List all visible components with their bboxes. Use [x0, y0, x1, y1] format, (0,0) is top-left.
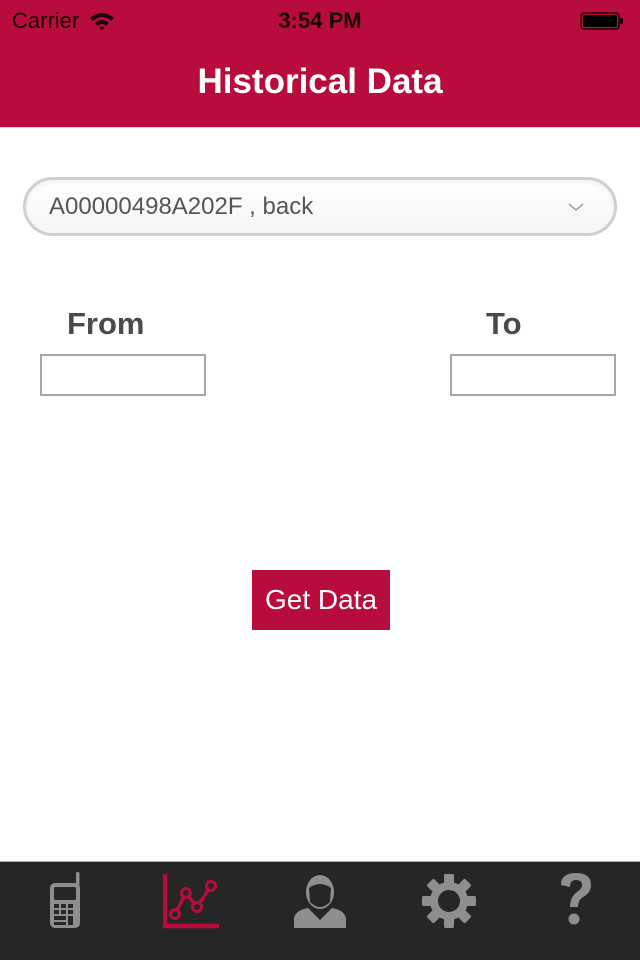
question-mark-icon — [561, 873, 591, 925]
navigation-header: Carrier 3:54 PM Historical Data — [0, 0, 640, 128]
battery-icon — [580, 12, 623, 30]
tab-bar — [0, 861, 640, 960]
chevron-down-icon — [568, 203, 584, 211]
status-bar: Carrier 3:54 PM — [0, 0, 640, 40]
device-select-value: A00000498A202F , back — [49, 193, 314, 220]
header-divider — [0, 127, 640, 128]
tab-settings[interactable] — [384, 862, 512, 960]
line-chart-icon — [163, 874, 219, 929]
from-label: From — [67, 306, 145, 341]
to-label: To — [486, 306, 522, 341]
user-icon — [294, 875, 346, 928]
gear-icon — [422, 874, 476, 928]
to-date-input[interactable] — [450, 354, 616, 396]
tab-profile[interactable] — [256, 862, 384, 960]
get-data-button[interactable]: Get Data — [252, 570, 390, 630]
tab-historical-data[interactable] — [128, 862, 256, 960]
from-date-input[interactable] — [40, 354, 206, 396]
mobile-phone-icon — [50, 872, 80, 928]
tab-help[interactable] — [512, 862, 640, 960]
page-title: Historical Data — [197, 62, 443, 101]
status-time: 3:54 PM — [278, 8, 362, 33]
device-select-dropdown[interactable]: A00000498A202F , back — [23, 177, 617, 236]
tab-device[interactable] — [0, 862, 128, 960]
